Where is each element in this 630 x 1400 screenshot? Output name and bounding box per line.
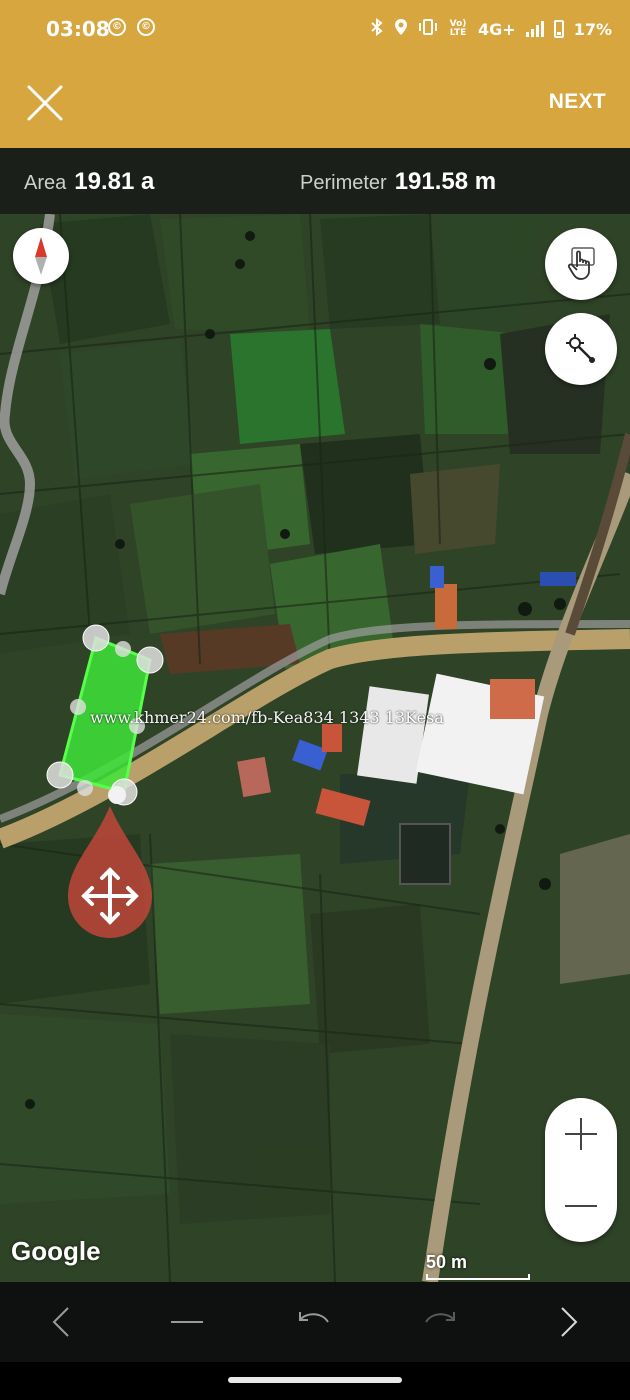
zoom-in-icon [565, 1118, 597, 1150]
vibrate-icon [418, 18, 438, 40]
measurement-bar: Area 19.81 a Perimeter 191.58 m [0, 148, 630, 214]
zoom-out-icon [565, 1205, 597, 1207]
perimeter-readout: Perimeter 191.58 m [300, 168, 496, 196]
app-toolbar: NEXT [0, 58, 630, 148]
touch-mode-icon [567, 247, 595, 280]
area-label: Area [24, 172, 67, 194]
zoom-out-button[interactable] [545, 1170, 617, 1242]
bluetooth-icon [370, 18, 384, 40]
perimeter-value: 191.58 m [394, 168, 497, 195]
redo-icon [425, 1312, 455, 1323]
delete-point-button[interactable] [165, 1300, 209, 1344]
delete-point-icon [171, 1321, 203, 1323]
zoom-in-button[interactable] [545, 1098, 617, 1170]
previous-button[interactable] [40, 1300, 84, 1344]
area-value: 19.81 a [74, 168, 155, 195]
next-arrow-button[interactable] [546, 1300, 590, 1344]
next-button[interactable]: NEXT [549, 90, 606, 114]
battery-level: 17% [573, 19, 612, 39]
status-time: 03:08 [46, 17, 110, 41]
system-navigation-bar [0, 1362, 630, 1400]
touch-mode-button[interactable] [545, 228, 617, 300]
point-mode-button[interactable] [545, 313, 617, 385]
undo-icon [299, 1312, 329, 1323]
location-icon [394, 18, 408, 40]
notification-badge-icon: © [108, 18, 126, 36]
edit-toolbar [0, 1282, 630, 1362]
zoom-control [545, 1098, 617, 1242]
move-handle-icon[interactable] [66, 804, 154, 940]
area-readout: Area 19.81 a [24, 168, 154, 196]
watermark-text: www.khmer24.com/fb-Kea834 1343 13Kesa [90, 708, 444, 727]
next-icon [561, 1307, 578, 1337]
scale-label: 50 m [426, 1252, 468, 1272]
network-type: 4G+ [478, 19, 516, 39]
volte-icon: Vo) LTE [449, 19, 467, 38]
battery-icon [553, 20, 564, 38]
notification-badge-icon: © [137, 18, 155, 36]
status-bar: 03:08 © © Vo) LTE 4G+ 17% [0, 0, 630, 58]
perimeter-label: Perimeter [300, 172, 387, 194]
compass-button[interactable] [13, 228, 69, 284]
signal-icon [525, 21, 544, 37]
undo-button[interactable] [292, 1300, 336, 1344]
close-icon [27, 85, 63, 121]
satellite-map[interactable]: www.khmer24.com/fb-Kea834 1343 13Kesa Go… [0, 214, 630, 1282]
point-mode-icon [566, 334, 595, 363]
compass-icon [35, 237, 47, 275]
scale-bar [426, 1274, 530, 1280]
close-button[interactable] [24, 82, 66, 124]
measured-area-polygon[interactable] [0, 214, 630, 1282]
redo-button[interactable] [418, 1300, 462, 1344]
home-indicator[interactable] [228, 1377, 402, 1383]
previous-icon [52, 1307, 69, 1337]
google-attribution: Google [11, 1236, 101, 1266]
